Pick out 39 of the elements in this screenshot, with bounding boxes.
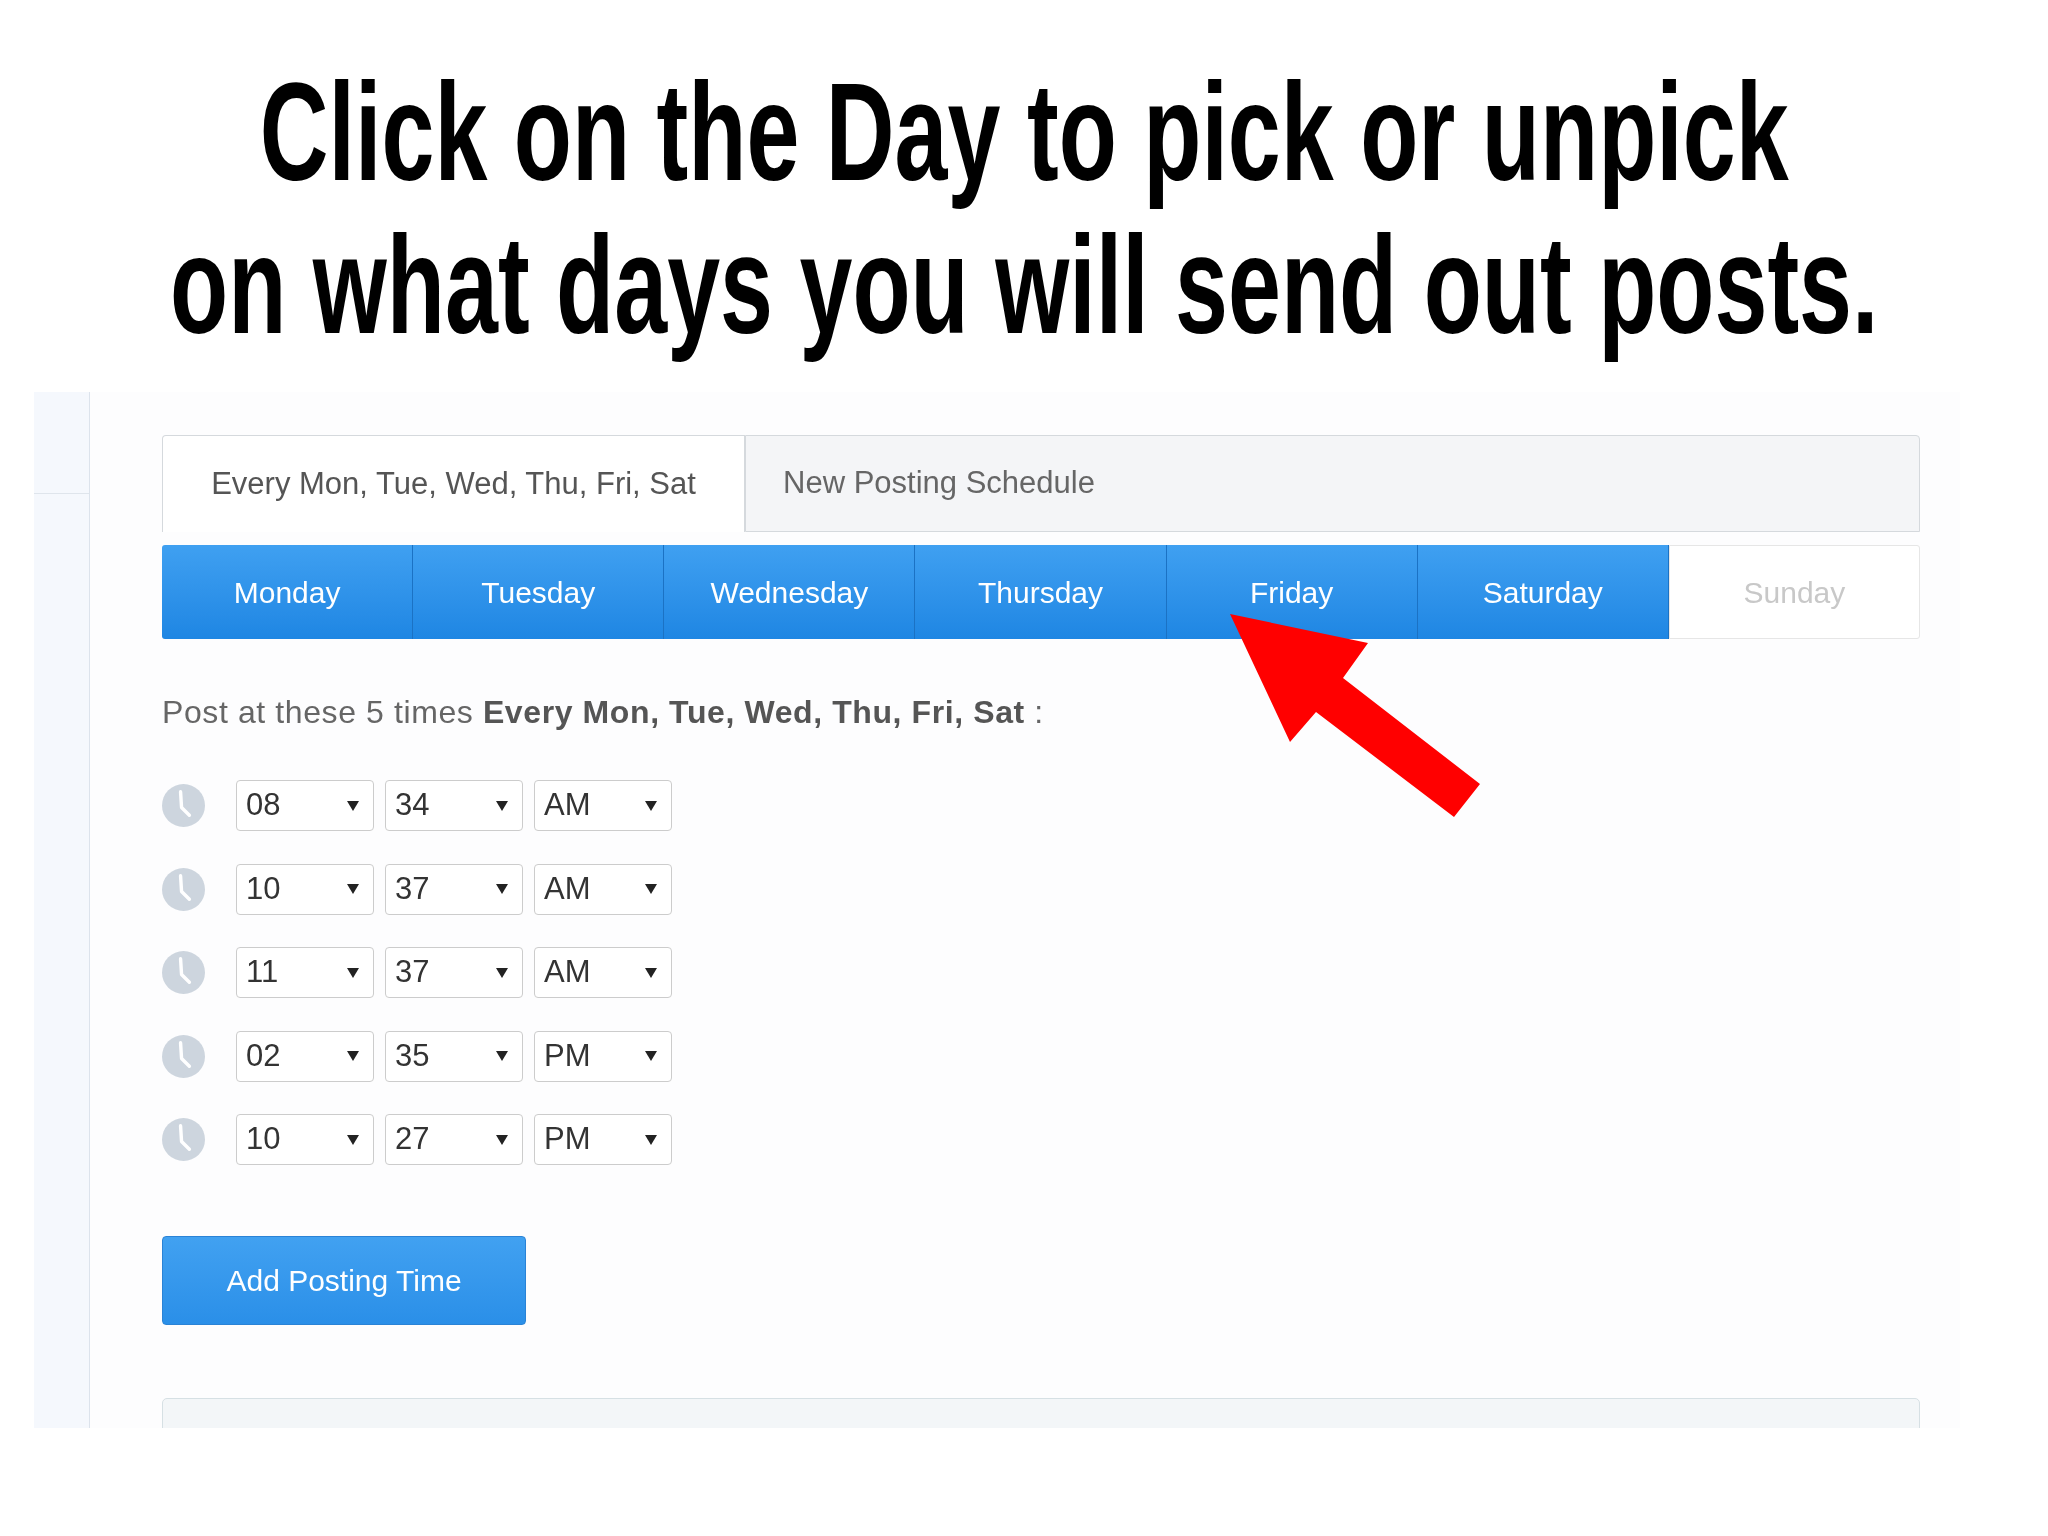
period-select[interactable]: AM — [534, 863, 672, 915]
clock-icon — [162, 784, 205, 827]
hour-select[interactable]: 10 — [236, 1114, 374, 1165]
clock-icon — [162, 867, 205, 911]
schedule-tab[interactable]: Every Mon, Tue, Wed, Thu, Fri, Sat — [162, 435, 745, 532]
minute-select[interactable]: 34 — [385, 780, 523, 831]
clock-icon — [162, 1034, 205, 1078]
caret-icon — [645, 967, 657, 978]
caret-icon — [645, 1134, 657, 1145]
period-select[interactable]: PM — [534, 1030, 672, 1082]
caret-icon — [496, 1134, 508, 1145]
minute-select[interactable]: 27 — [385, 1114, 523, 1165]
caret-icon — [496, 884, 508, 894]
caret-icon — [645, 884, 657, 894]
clock-icon — [162, 951, 205, 994]
hour-select[interactable]: 02 — [236, 1030, 374, 1082]
period-select[interactable]: AM — [534, 947, 672, 998]
hour-select[interactable]: 11 — [236, 947, 374, 998]
caret-icon — [496, 967, 508, 978]
hour-select[interactable]: 10 — [236, 863, 374, 915]
caret-icon — [347, 884, 359, 894]
period-select[interactable]: AM — [534, 780, 672, 831]
caret-icon — [645, 1051, 657, 1061]
period-select[interactable]: PM — [534, 1114, 672, 1165]
caret-icon — [347, 1134, 359, 1145]
schedule-tab[interactable]: New Posting Schedule — [745, 435, 1920, 532]
caret-icon — [496, 1051, 508, 1061]
caret-icon — [347, 800, 359, 811]
minute-select[interactable]: 37 — [385, 863, 523, 915]
caret-icon — [645, 800, 657, 811]
heading: Click on the Day to pick or unpick on what days you will send out posts. — [169, 55, 1879, 361]
schedule-summary: Post at these 5 times Every Mon, Tue, Wed, Thu, Fri, Sat : — [162, 694, 1044, 730]
hour-select[interactable]: 08 — [236, 780, 374, 831]
caret-icon — [347, 967, 359, 978]
caret-icon — [347, 1051, 359, 1061]
caret-icon — [496, 800, 508, 811]
minute-select[interactable]: 35 — [385, 1030, 523, 1082]
minute-select[interactable]: 37 — [385, 947, 523, 998]
clock-icon — [162, 1118, 205, 1161]
